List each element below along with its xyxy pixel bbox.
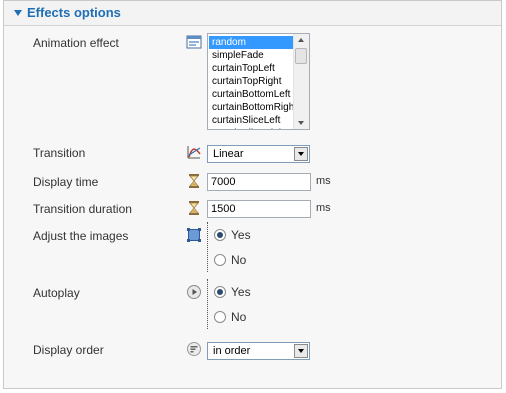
display-time-label: Display time (33, 175, 99, 189)
transition-duration-unit: ms (316, 202, 331, 214)
hourglass-icon (186, 200, 202, 216)
scroll-up-icon[interactable] (298, 38, 304, 42)
animation-option[interactable]: curtainTopLeft (209, 62, 295, 75)
adjust-images-no-radio[interactable] (214, 254, 226, 266)
animation-effect-label: Animation effect (33, 36, 119, 50)
transition-curve-icon (186, 144, 202, 160)
adjust-images-radio-group (207, 222, 213, 272)
hourglass-icon (186, 173, 202, 189)
animation-effect-listbox[interactable]: random simpleFade curtainTopLeft curtainTop… (207, 33, 310, 130)
autoplay-radio-group (207, 279, 213, 329)
chevron-down-icon (298, 349, 304, 353)
listbox-scrollbar[interactable] (293, 34, 309, 129)
collapse-arrow-icon[interactable] (14, 10, 22, 16)
transition-duration-label: Transition duration (33, 202, 132, 216)
animation-option[interactable]: simpleFade (209, 49, 295, 62)
animation-option[interactable]: curtainSliceRight (209, 127, 295, 129)
animation-option[interactable]: curtainSliceLeft (209, 114, 295, 127)
transition-dropdown-button[interactable] (294, 147, 308, 161)
animation-option[interactable]: curtainBottomRight (209, 101, 295, 114)
autoplay-no-label[interactable]: No (231, 310, 246, 324)
autoplay-label: Autoplay (33, 286, 80, 300)
transition-duration-input[interactable] (207, 200, 311, 218)
adjust-images-yes-radio[interactable] (214, 229, 226, 241)
order-icon (186, 341, 202, 357)
display-order-label: Display order (33, 343, 104, 357)
autoplay-yes-label[interactable]: Yes (231, 285, 251, 299)
effects-options-header[interactable]: Effects options (4, 1, 501, 26)
display-time-input[interactable] (207, 173, 311, 191)
autoplay-yes-radio[interactable] (214, 286, 226, 298)
display-order-select-value: in order (213, 345, 251, 357)
scroll-thumb[interactable] (295, 48, 307, 64)
adjust-images-yes-label[interactable]: Yes (231, 228, 251, 242)
transition-select[interactable]: Linear (207, 145, 310, 163)
display-order-select[interactable]: in order (207, 342, 310, 360)
animation-option[interactable]: curtainBottomLeft (209, 88, 295, 101)
transition-select-value: Linear (213, 148, 244, 160)
animation-option[interactable]: curtainTopRight (209, 75, 295, 88)
transition-label: Transition (33, 146, 86, 160)
display-time-unit: ms (316, 175, 331, 187)
autoplay-no-radio[interactable] (214, 311, 226, 323)
section-title: Effects options (27, 5, 121, 20)
adjust-images-label: Adjust the images (33, 229, 129, 243)
play-icon (186, 284, 202, 300)
resize-image-icon (186, 227, 202, 243)
adjust-images-no-label[interactable]: No (231, 253, 246, 267)
animation-option[interactable]: random (209, 36, 295, 49)
display-order-dropdown-button[interactable] (294, 344, 308, 358)
slideshow-icon (186, 34, 202, 50)
chevron-down-icon (298, 152, 304, 156)
scroll-down-icon[interactable] (298, 121, 304, 125)
